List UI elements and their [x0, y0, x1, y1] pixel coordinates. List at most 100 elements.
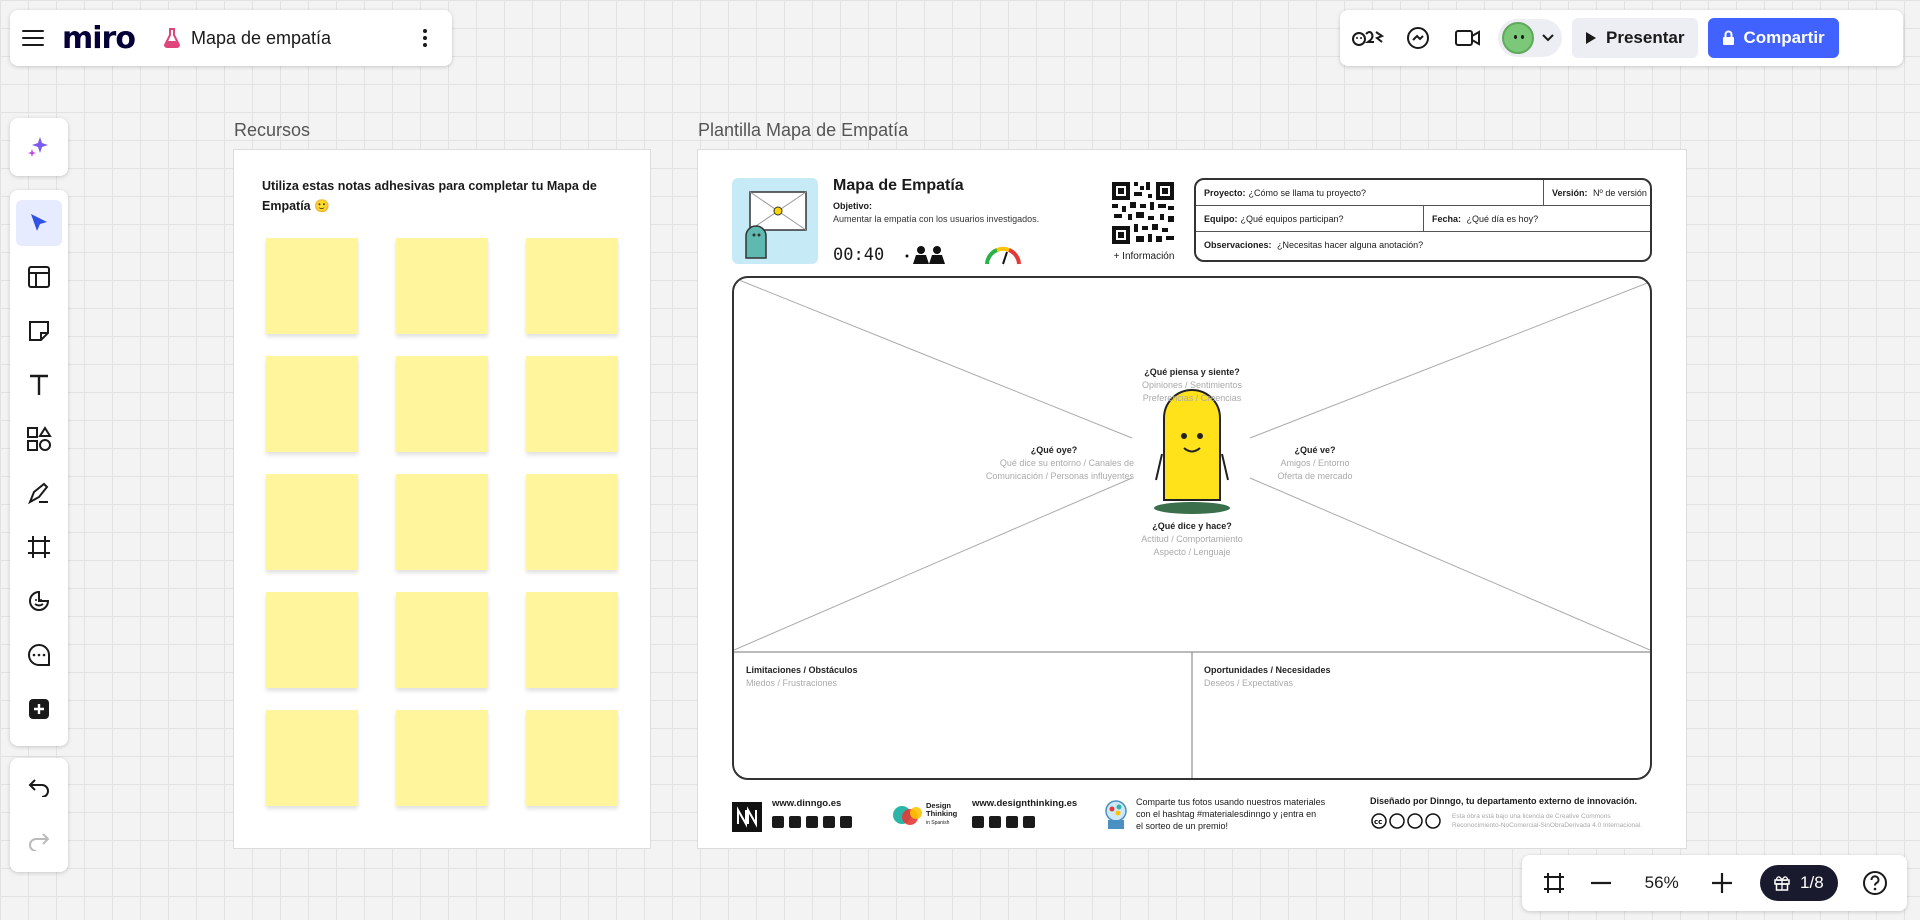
twitter-icon[interactable] [823, 816, 835, 828]
redo-icon[interactable] [16, 818, 62, 864]
notes-value[interactable]: ¿Necesitas hacer alguna anotación? [1277, 240, 1423, 250]
text-tool-icon[interactable] [16, 362, 62, 408]
pen-icon[interactable] [16, 470, 62, 516]
dinngo-url[interactable]: www.dinngo.es [772, 798, 841, 809]
facebook-icon[interactable] [989, 816, 1001, 828]
version-value[interactable]: Nº de versión [1593, 188, 1647, 198]
sticky-note[interactable] [396, 710, 488, 806]
select-tool-icon[interactable] [16, 200, 62, 246]
sticky-note[interactable] [526, 238, 618, 334]
chat-icon[interactable] [1398, 18, 1438, 58]
share-button[interactable]: Compartir [1708, 18, 1839, 58]
shapes-icon[interactable] [16, 416, 62, 462]
sticky-note[interactable] [266, 592, 358, 688]
templates-icon[interactable] [16, 254, 62, 300]
timer: 00:40 [833, 245, 885, 265]
version-label: Versión: [1552, 187, 1588, 198]
qr-code-icon[interactable] [1110, 180, 1176, 246]
avatar [1502, 22, 1534, 54]
objective-label: Objetivo: [833, 201, 873, 211]
history-toolbar [10, 758, 68, 872]
instagram-icon[interactable] [806, 816, 818, 828]
template-footer: www.dinngo.es Design Thinking in Spanish… [732, 788, 1652, 834]
template-title: Mapa de Empatía [833, 177, 964, 194]
miro-logo[interactable]: miro [62, 21, 136, 56]
zoom-in-icon[interactable] [1703, 860, 1742, 906]
youtube-icon[interactable] [840, 816, 852, 828]
opportunities-section: Oportunidades / Necesidades Deseos / Exp… [1204, 665, 1331, 688]
prize-machine-icon [1105, 800, 1127, 829]
dt-social-links [972, 816, 1035, 828]
quadrant-see: ¿Qué ve? Amigos / Entorno Oferta de merc… [1277, 445, 1353, 481]
empathy-map[interactable]: ¿Qué piensa y siente? Opiniones / Sentim… [732, 276, 1652, 780]
share-label: Compartir [1743, 28, 1825, 47]
project-value[interactable]: ¿Cómo se llama tu proyecto? [1249, 188, 1367, 198]
collaboration-bar: Presentar Compartir [1340, 10, 1903, 66]
chevron-down-icon [1542, 34, 1554, 42]
more-options-icon[interactable] [410, 29, 440, 47]
reactions-icon[interactable] [1348, 18, 1388, 58]
dinngo-logo-icon [732, 802, 762, 832]
designthinking-url[interactable]: www.designthinking.es [972, 798, 1077, 809]
team-label: Equipo: [1204, 213, 1238, 224]
linkedin-icon[interactable] [972, 816, 984, 828]
sticky-note[interactable] [526, 474, 618, 570]
sticky-note[interactable] [396, 592, 488, 688]
sticky-note[interactable] [526, 710, 618, 806]
dinngo-social-links [772, 816, 852, 828]
undo-icon[interactable] [16, 764, 62, 810]
add-more-icon[interactable] [16, 686, 62, 732]
sticky-note[interactable] [266, 238, 358, 334]
notes-label: Observaciones: [1204, 240, 1272, 250]
gauge-icon [985, 246, 1021, 265]
zoom-controls: 56% 1/8 [1522, 855, 1907, 911]
team-value[interactable]: ¿Qué equipos participan? [1241, 214, 1344, 224]
video-call-icon[interactable] [1448, 18, 1488, 58]
gift-icon [1774, 876, 1790, 891]
sticky-note[interactable] [266, 474, 358, 570]
creative-commons-icon: cc [1370, 812, 1446, 830]
menu-icon[interactable] [22, 29, 44, 47]
user-avatar-menu[interactable] [1498, 19, 1562, 57]
frame-icon[interactable] [16, 524, 62, 570]
zoom-out-icon[interactable] [1581, 860, 1620, 906]
date-value[interactable]: ¿Qué día es hoy? [1467, 214, 1539, 224]
frame-label-resources[interactable]: Recursos [234, 120, 310, 141]
board-title[interactable]: Mapa de empatía [191, 28, 331, 49]
fit-to-screen-icon[interactable] [1534, 860, 1573, 906]
sticky-note[interactable] [266, 710, 358, 806]
lock-icon [1723, 30, 1735, 45]
help-icon[interactable] [1856, 860, 1895, 906]
sticky-note[interactable] [396, 356, 488, 452]
zoom-level[interactable]: 56% [1645, 873, 1679, 893]
more-info-link[interactable]: + Información [1110, 251, 1178, 262]
present-label: Presentar [1606, 28, 1685, 47]
page-counter-button[interactable]: 1/8 [1760, 865, 1838, 901]
project-label: Proyecto: [1204, 187, 1246, 198]
comment-icon[interactable] [16, 632, 62, 678]
design-thinking-logo-text: Design Thinking in Spanish [926, 801, 958, 827]
template-frame[interactable]: Mapa de Empatía Objetivo: Aumentar la em… [698, 150, 1686, 848]
twitter-icon[interactable] [1023, 816, 1035, 828]
svg-text:cc: cc [1374, 818, 1382, 826]
sticky-note[interactable] [526, 356, 618, 452]
sticky-note-icon[interactable] [16, 308, 62, 354]
date-label: Fecha: [1432, 213, 1462, 224]
sticker-icon[interactable] [16, 578, 62, 624]
sticky-note[interactable] [396, 238, 488, 334]
instagram-icon[interactable] [1006, 816, 1018, 828]
sticky-note[interactable] [396, 474, 488, 570]
ai-sparkle-icon[interactable] [16, 124, 62, 170]
frame-label-template[interactable]: Plantilla Mapa de Empatía [698, 120, 908, 141]
facebook-icon[interactable] [789, 816, 801, 828]
sticky-note[interactable] [526, 592, 618, 688]
quadrant-say: ¿Qué dice y hace? Actitud / Comportamien… [1141, 521, 1243, 557]
creation-toolbar [10, 190, 68, 746]
resources-frame[interactable]: Utiliza estas notas adhesivas para compl… [234, 150, 650, 848]
linkedin-icon[interactable] [772, 816, 784, 828]
play-icon [1586, 32, 1596, 44]
objective-text: Aumentar la empatía con los usuarios inv… [833, 214, 1040, 224]
present-button[interactable]: Presentar [1572, 18, 1699, 58]
illustration-icon [732, 178, 818, 264]
sticky-note[interactable] [266, 356, 358, 452]
